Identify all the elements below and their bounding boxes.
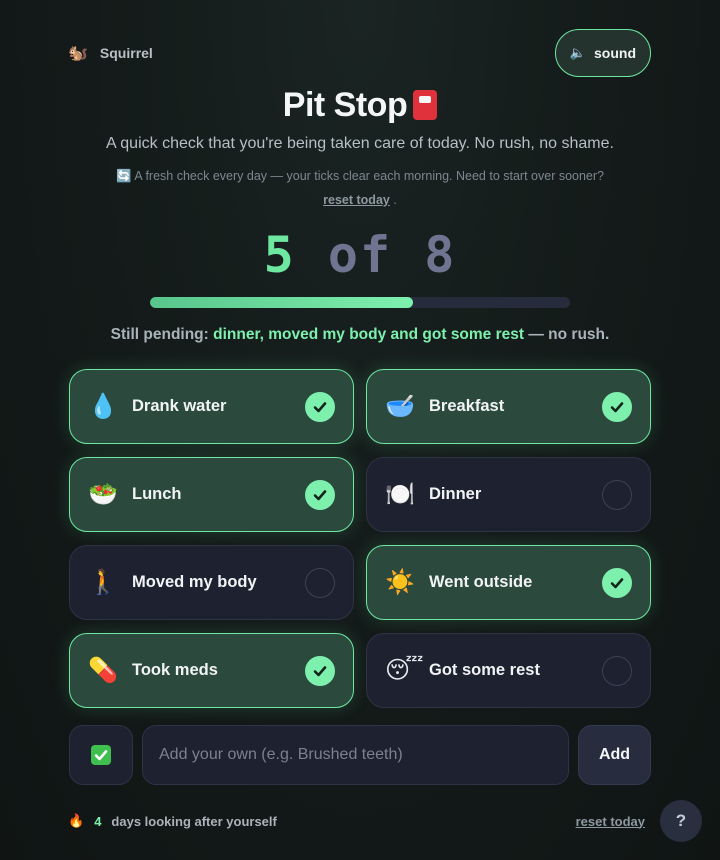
streak-count: 4 bbox=[94, 813, 102, 829]
total-count: 8 bbox=[424, 226, 457, 284]
pending-items: dinner, moved my body and got some rest bbox=[213, 326, 525, 343]
checklist-item[interactable]: ☀️ Went outside bbox=[366, 545, 651, 620]
walking-person-icon: 🚶 bbox=[88, 569, 118, 596]
squirrel-icon: 🐿️ bbox=[68, 45, 88, 62]
item-label: Dinner bbox=[429, 485, 482, 503]
note-text: A fresh check every day — your ticks cle… bbox=[134, 169, 605, 183]
empty-check-circle-icon bbox=[602, 655, 632, 686]
item-label: Went outside bbox=[429, 573, 533, 591]
top-bar: 🐿️ Squirrel 🔈 sound bbox=[68, 29, 651, 77]
add-button[interactable]: Add bbox=[578, 725, 651, 785]
checkmark-icon bbox=[305, 479, 335, 510]
checklist-grid: 💧 Drank water 🥣 Breakfast 🥗 Lunch 🍽️ Din… bbox=[69, 369, 651, 708]
checklist-item[interactable]: 🍽️ Dinner bbox=[366, 457, 651, 532]
footer-actions: reset today ? bbox=[576, 800, 702, 842]
pending-summary: Still pending: dinner, moved my body and… bbox=[0, 326, 720, 344]
counter-of: of bbox=[327, 226, 393, 284]
speaker-muted-icon: 🔈 bbox=[569, 45, 586, 60]
brand: 🐿️ Squirrel bbox=[68, 43, 153, 63]
progress-fill bbox=[150, 297, 413, 308]
streak-counter: 🔥 4 days looking after yourself bbox=[68, 813, 277, 829]
salad-icon: 🥗 bbox=[88, 481, 118, 508]
item-label: Drank water bbox=[132, 397, 227, 415]
item-label: Breakfast bbox=[429, 397, 505, 415]
checklist-item[interactable]: 💧 Drank water bbox=[69, 369, 354, 444]
checkmark-icon bbox=[305, 655, 335, 686]
help-button[interactable]: ? bbox=[660, 800, 702, 842]
bowl-icon: 🥣 bbox=[385, 393, 415, 420]
daily-reset-note: 🔄 A fresh check every day — your ticks c… bbox=[0, 164, 720, 212]
pill-icon: 💊 bbox=[88, 657, 118, 684]
checkmark-icon bbox=[602, 567, 632, 598]
fuel-pump-icon bbox=[413, 90, 438, 120]
emoji-picker-button[interactable] bbox=[69, 725, 133, 785]
reset-today-link[interactable]: reset today bbox=[323, 193, 390, 207]
checkmark-icon bbox=[602, 391, 632, 422]
water-drop-icon: 💧 bbox=[88, 393, 118, 420]
streak-text: days looking after yourself bbox=[111, 813, 277, 829]
item-label: Moved my body bbox=[132, 573, 257, 591]
refresh-icon: 🔄 bbox=[115, 169, 132, 183]
page-title-text: Pit Stop bbox=[282, 86, 408, 124]
footer: 🔥 4 days looking after yourself reset to… bbox=[68, 800, 702, 842]
item-label: Took meds bbox=[132, 661, 218, 679]
item-label: Got some rest bbox=[429, 661, 540, 679]
add-item-row: Add bbox=[69, 725, 651, 785]
sleeping-face-icon: 😴 bbox=[385, 657, 424, 684]
fire-icon: 🔥 bbox=[68, 813, 85, 828]
custom-item-input[interactable] bbox=[142, 725, 569, 785]
note-tail: . bbox=[393, 193, 397, 207]
sound-label: sound bbox=[594, 45, 636, 61]
progress-counter: 5 of 8 bbox=[0, 226, 720, 284]
sun-icon: ☀️ bbox=[385, 569, 415, 596]
item-label: Lunch bbox=[132, 485, 182, 503]
plate-icon: 🍽️ bbox=[385, 481, 415, 508]
brand-name: Squirrel bbox=[99, 45, 153, 61]
checkmark-icon bbox=[305, 391, 335, 422]
checklist-item[interactable]: 🥗 Lunch bbox=[69, 457, 354, 532]
page-subtitle: A quick check that you're being taken ca… bbox=[106, 135, 614, 152]
checklist-item[interactable]: 💊 Took meds bbox=[69, 633, 354, 708]
progress-bar bbox=[150, 297, 570, 308]
checklist-item[interactable]: 🥣 Breakfast bbox=[366, 369, 651, 444]
empty-check-circle-icon bbox=[602, 479, 632, 510]
check-box-icon bbox=[91, 745, 111, 765]
pending-suffix: — no rush. bbox=[528, 326, 610, 343]
checklist-item[interactable]: 😴 Got some rest bbox=[366, 633, 651, 708]
page-title: Pit Stop bbox=[0, 86, 720, 125]
done-count: 5 bbox=[263, 226, 296, 284]
pending-prefix: Still pending: bbox=[110, 326, 209, 343]
checklist-item[interactable]: 🚶 Moved my body bbox=[69, 545, 354, 620]
sound-toggle-button[interactable]: 🔈 sound bbox=[554, 29, 651, 77]
footer-reset-today-link[interactable]: reset today bbox=[576, 814, 645, 829]
empty-check-circle-icon bbox=[305, 567, 335, 598]
